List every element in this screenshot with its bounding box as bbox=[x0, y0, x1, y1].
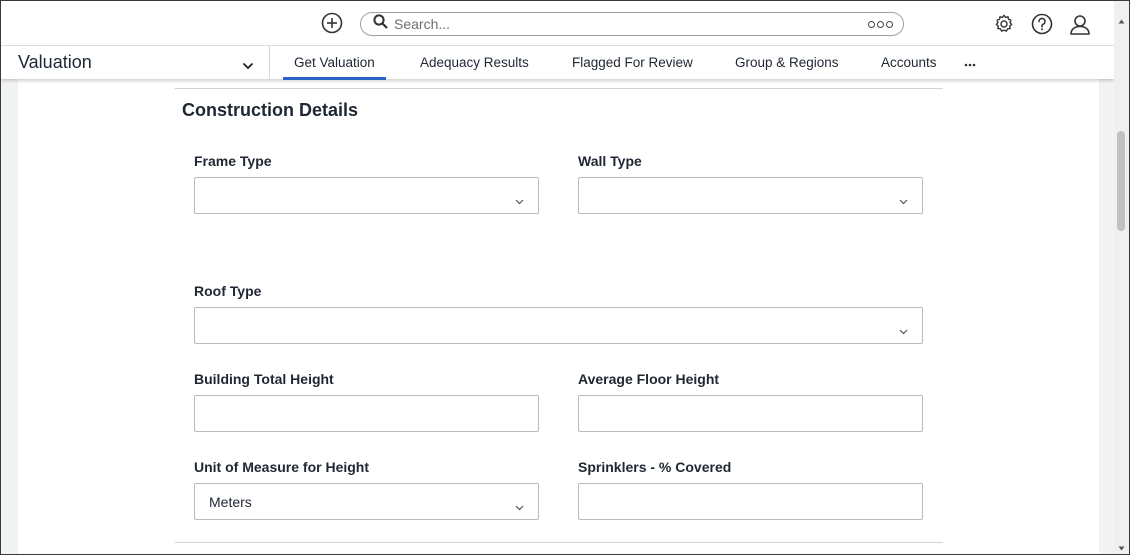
chevron-down-icon bbox=[899, 192, 908, 208]
tab-flagged-for-review[interactable]: Flagged For Review bbox=[572, 55, 693, 70]
sprinklers-covered-input[interactable] bbox=[578, 483, 923, 520]
user-icon[interactable] bbox=[1068, 12, 1092, 36]
building-total-height-input[interactable] bbox=[194, 395, 539, 432]
scroll-up-arrow-icon[interactable] bbox=[1118, 11, 1125, 29]
frame-type-label: Frame Type bbox=[194, 153, 272, 169]
sprinklers-covered-label: Sprinklers - % Covered bbox=[578, 459, 732, 475]
tab-accounts[interactable]: Accounts bbox=[881, 55, 937, 70]
app-nav-bar: Valuation Get Valuation Adequacy Results… bbox=[1, 45, 1114, 80]
unit-of-measure-label: Unit of Measure for Height bbox=[194, 459, 370, 475]
app-window: Valuation Get Valuation Adequacy Results… bbox=[0, 0, 1130, 555]
tab-group-regions[interactable]: Group & Regions bbox=[735, 55, 839, 70]
frame-type-select[interactable] bbox=[194, 177, 539, 214]
tab-get-valuation[interactable]: Get Valuation bbox=[283, 55, 386, 80]
wall-type-select[interactable] bbox=[578, 177, 923, 214]
add-icon[interactable] bbox=[321, 12, 343, 34]
chevron-down-icon bbox=[899, 322, 908, 338]
more-horizontal-icon[interactable] bbox=[964, 54, 976, 70]
scroll-down-arrow-icon[interactable] bbox=[1118, 538, 1125, 554]
roof-type-label: Roof Type bbox=[194, 283, 262, 299]
average-floor-height-input[interactable] bbox=[578, 395, 923, 432]
help-icon[interactable] bbox=[1030, 12, 1054, 36]
chevron-down-icon[interactable] bbox=[242, 57, 254, 75]
app-title: Valuation bbox=[18, 52, 92, 72]
average-floor-height-label: Average Floor Height bbox=[578, 371, 720, 387]
chevron-down-icon bbox=[515, 192, 524, 208]
settings-icon[interactable] bbox=[992, 12, 1016, 36]
search-input[interactable] bbox=[394, 16, 868, 32]
roof-type-select[interactable] bbox=[194, 307, 923, 344]
search-icon bbox=[373, 14, 388, 34]
tab-adequacy-results[interactable]: Adequacy Results bbox=[420, 55, 529, 70]
section-title: Construction Details bbox=[182, 100, 359, 120]
unit-of-measure-value: Meters bbox=[209, 493, 252, 510]
building-total-height-label: Building Total Height bbox=[194, 371, 334, 387]
nav-divider bbox=[269, 46, 270, 80]
vertical-scrollbar[interactable] bbox=[1114, 1, 1129, 554]
chevron-down-icon bbox=[515, 498, 524, 514]
unit-of-measure-select[interactable]: Meters bbox=[194, 483, 539, 520]
section-divider-bottom bbox=[175, 542, 943, 543]
wall-type-label: Wall Type bbox=[578, 153, 642, 169]
scrollbar-thumb[interactable] bbox=[1117, 131, 1125, 231]
search-bar[interactable] bbox=[360, 12, 904, 36]
top-bar bbox=[1, 1, 1129, 45]
search-options-icon[interactable] bbox=[868, 20, 893, 28]
section-divider-top bbox=[175, 88, 943, 89]
